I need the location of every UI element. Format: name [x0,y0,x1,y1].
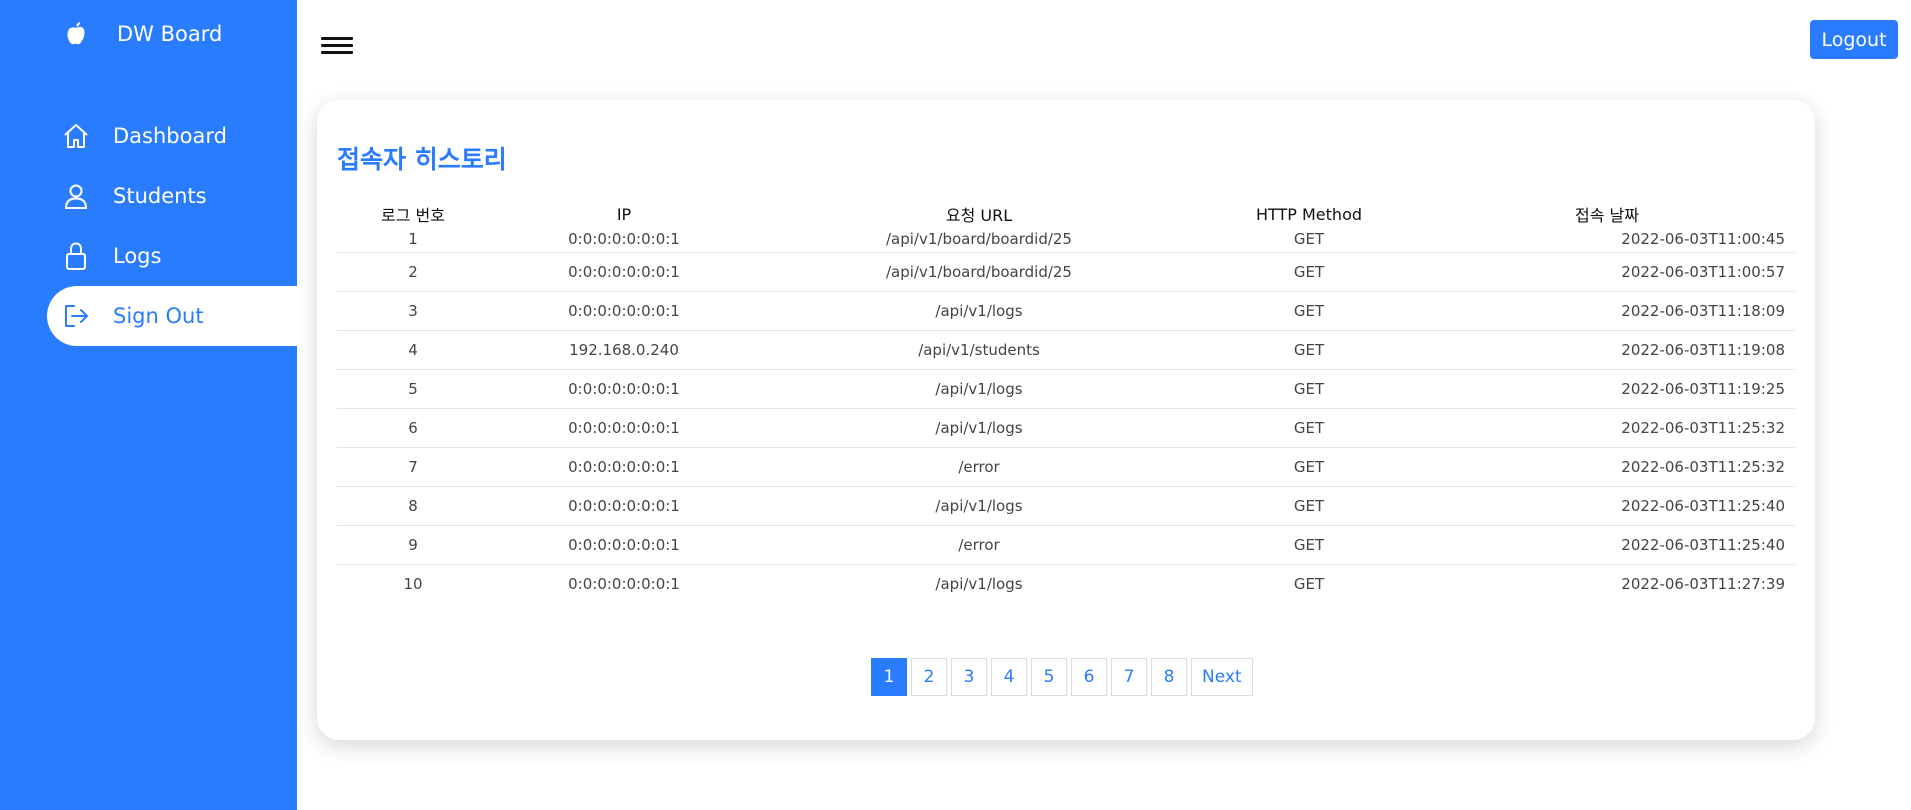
logout-button[interactable]: Logout [1810,20,1898,59]
cell-method: GET [1199,563,1419,603]
logs-card: 접속자 히스토리 로그 번호 IP 요청 URL HTTP Method 접속 … [317,100,1815,740]
next-page-button[interactable]: Next [1191,658,1253,696]
cell-log-id: 2 [337,251,489,291]
page-title: 접속자 히스토리 [337,145,507,174]
cell-url: /error [759,524,1199,564]
page-button-5[interactable]: 5 [1031,658,1067,696]
cell-ip: 0:0:0:0:0:0:0:1 [489,524,759,564]
apple-icon [62,18,90,50]
page-button-1[interactable]: 1 [871,658,907,696]
sidebar-item-label: Students [113,184,207,208]
table-row: 6 0:0:0:0:0:0:0:1 /api/v1/logs GET 2022-… [337,407,1795,447]
page-button-4[interactable]: 4 [991,658,1027,696]
cell-url: /api/v1/logs [759,485,1199,525]
sign-out-icon [61,301,91,331]
logs-table: 로그 번호 IP 요청 URL HTTP Method 접속 날짜 1 0:0:… [337,200,1795,603]
sidebar-item-sign-out[interactable]: Sign Out [47,286,297,346]
table-row: 8 0:0:0:0:0:0:0:1 /api/v1/logs GET 2022-… [337,485,1795,525]
sidebar: DW Board Dashboard Students Logs Sign Ou… [0,0,297,810]
cell-method: GET [1199,251,1419,291]
cell-method: GET [1199,290,1419,330]
lock-icon [61,241,91,271]
cell-url: /api/v1/board/boardid/25 [886,229,1072,248]
cell-method: GET [1199,485,1419,525]
cell-url: /api/v1/logs [759,407,1199,447]
column-header: HTTP Method [1255,204,1363,224]
table-row: 3 0:0:0:0:0:0:0:1 /api/v1/logs GET 2022-… [337,290,1795,330]
brand-title: DW Board [117,22,223,46]
cell-date: 2022-06-03T11:19:08 [1419,329,1795,369]
cell-date: 2022-06-03T11:25:40 [1419,485,1795,525]
cell-method: GET [1199,329,1419,369]
cell-method: GET [1199,407,1419,447]
column-header: IP [616,204,632,224]
cell-log-id: 6 [337,407,489,447]
cell-log-id: 3 [337,290,489,330]
cell-ip: 0:0:0:0:0:0:0:1 [489,368,759,408]
cell-method: GET [1293,229,1325,248]
table-row: 5 0:0:0:0:0:0:0:1 /api/v1/logs GET 2022-… [337,368,1795,408]
cell-date: 2022-06-03T11:25:40 [1419,524,1795,564]
table-row: 1 0:0:0:0:0:0:0:1 /api/v1/board/boardid/… [337,226,1795,252]
table-row: 10 0:0:0:0:0:0:0:1 /api/v1/logs GET 2022… [337,563,1795,603]
hamburger-icon[interactable] [321,34,353,58]
pagination: 1 2 3 4 5 6 7 8 Next [871,658,1257,696]
cell-url: /api/v1/board/boardid/25 [759,251,1199,291]
cell-ip: 0:0:0:0:0:0:0:1 [489,563,759,603]
column-header: 접속 날짜 [1575,206,1639,225]
table-row: 9 0:0:0:0:0:0:0:1 /error GET 2022-06-03T… [337,524,1795,564]
sidebar-item-students[interactable]: Students [47,166,297,226]
cell-method: GET [1199,524,1419,564]
cell-method: GET [1199,446,1419,486]
column-header: 로그 번호 [381,206,445,225]
cell-date: 2022-06-03T11:25:32 [1419,407,1795,447]
cell-date: 2022-06-03T11:27:39 [1419,563,1795,603]
cell-date: 2022-06-03T11:18:09 [1419,290,1795,330]
page-button-6[interactable]: 6 [1071,658,1107,696]
sidebar-item-dashboard[interactable]: Dashboard [47,106,297,166]
sidebar-item-label: Logs [113,244,162,268]
cell-ip: 0:0:0:0:0:0:0:1 [489,446,759,486]
cell-log-id: 10 [337,563,489,603]
table-row: 7 0:0:0:0:0:0:0:1 /error GET 2022-06-03T… [337,446,1795,486]
sidebar-item-label: Sign Out [113,304,204,328]
brand[interactable]: DW Board [62,18,222,50]
cell-url: /api/v1/logs [759,563,1199,603]
table-row: 4 192.168.0.240 /api/v1/students GET 202… [337,329,1795,369]
column-header: 요청 URL [945,206,1013,225]
cell-log-id: 9 [337,524,489,564]
cell-log-id: 7 [337,446,489,486]
cell-url: /error [759,446,1199,486]
sidebar-item-logs[interactable]: Logs [47,226,297,286]
page-button-2[interactable]: 2 [911,658,947,696]
cell-date: 2022-06-03T11:00:57 [1419,251,1795,291]
page-button-3[interactable]: 3 [951,658,987,696]
cell-date: 2022-06-03T11:00:45 [1621,229,1785,248]
page-button-7[interactable]: 7 [1111,658,1147,696]
cell-log-id: 5 [337,368,489,408]
cell-ip: 0:0:0:0:0:0:0:1 [489,407,759,447]
person-icon [61,181,91,211]
page-button-8[interactable]: 8 [1151,658,1187,696]
cell-date: 2022-06-03T11:19:25 [1419,368,1795,408]
sidebar-item-label: Dashboard [113,124,227,148]
table-header-row: 로그 번호 IP 요청 URL HTTP Method 접속 날짜 [337,200,1795,226]
home-icon [61,121,91,151]
cell-ip: 0:0:0:0:0:0:0:1 [489,290,759,330]
cell-method: GET [1199,368,1419,408]
cell-log-id: 1 [408,229,418,248]
cell-url: /api/v1/students [759,329,1199,369]
table-row: 2 0:0:0:0:0:0:0:1 /api/v1/board/boardid/… [337,251,1795,291]
cell-url: /api/v1/logs [759,290,1199,330]
cell-ip: 0:0:0:0:0:0:0:1 [489,485,759,525]
main-content: Logout 접속자 히스토리 로그 번호 IP 요청 URL HTTP Met… [297,0,1911,810]
cell-ip: 192.168.0.240 [489,329,759,369]
cell-ip: 0:0:0:0:0:0:0:1 [489,251,759,291]
cell-date: 2022-06-03T11:25:32 [1419,446,1795,486]
cell-log-id: 4 [337,329,489,369]
cell-url: /api/v1/logs [759,368,1199,408]
cell-ip: 0:0:0:0:0:0:0:1 [568,229,680,248]
cell-log-id: 8 [337,485,489,525]
